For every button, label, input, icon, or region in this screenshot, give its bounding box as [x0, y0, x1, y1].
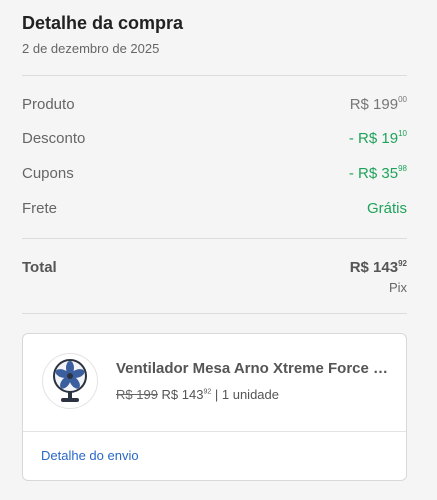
fan-image[interactable]: [42, 353, 98, 409]
old-price: R$ 199: [116, 387, 158, 402]
divider: [23, 431, 406, 432]
row-desconto: Desconto - R$ 1910: [22, 130, 407, 150]
shipping-detail-link[interactable]: Detalhe do envio: [41, 448, 139, 463]
purchase-date: 2 de dezembro de 2025: [22, 41, 160, 56]
total-value: R$ 14392: [349, 259, 407, 276]
product-price-info: R$ 199 R$ 14392 | 1 unidade: [116, 387, 279, 402]
quantity: | 1 unidade: [214, 387, 279, 402]
row-value: R$ 19900: [349, 95, 407, 114]
divider: [22, 75, 407, 76]
total-label: Total: [22, 259, 57, 276]
row-label: Frete: [22, 200, 58, 217]
row-frete: Frete Grátis: [22, 200, 407, 220]
row-value: Grátis: [366, 200, 407, 217]
divider: [22, 313, 407, 314]
row-label: Produto: [22, 96, 75, 113]
row-produto: Produto R$ 19900: [22, 96, 407, 116]
product-card: Ventilador Mesa Arno Xtreme Force Breeze…: [22, 333, 407, 481]
row-cupons: Cupons - R$ 3598: [22, 165, 407, 185]
product-name[interactable]: Ventilador Mesa Arno Xtreme Force Breeze…: [116, 360, 391, 377]
divider: [22, 238, 407, 239]
row-value: - R$ 1910: [348, 129, 407, 148]
row-label: Desconto: [22, 130, 86, 147]
row-value: - R$ 3598: [348, 164, 407, 183]
payment-method: Pix: [388, 280, 407, 295]
current-price: R$ 14392: [161, 387, 212, 402]
row-label: Cupons: [22, 165, 74, 182]
page-title: Detalhe da compra: [22, 13, 184, 33]
